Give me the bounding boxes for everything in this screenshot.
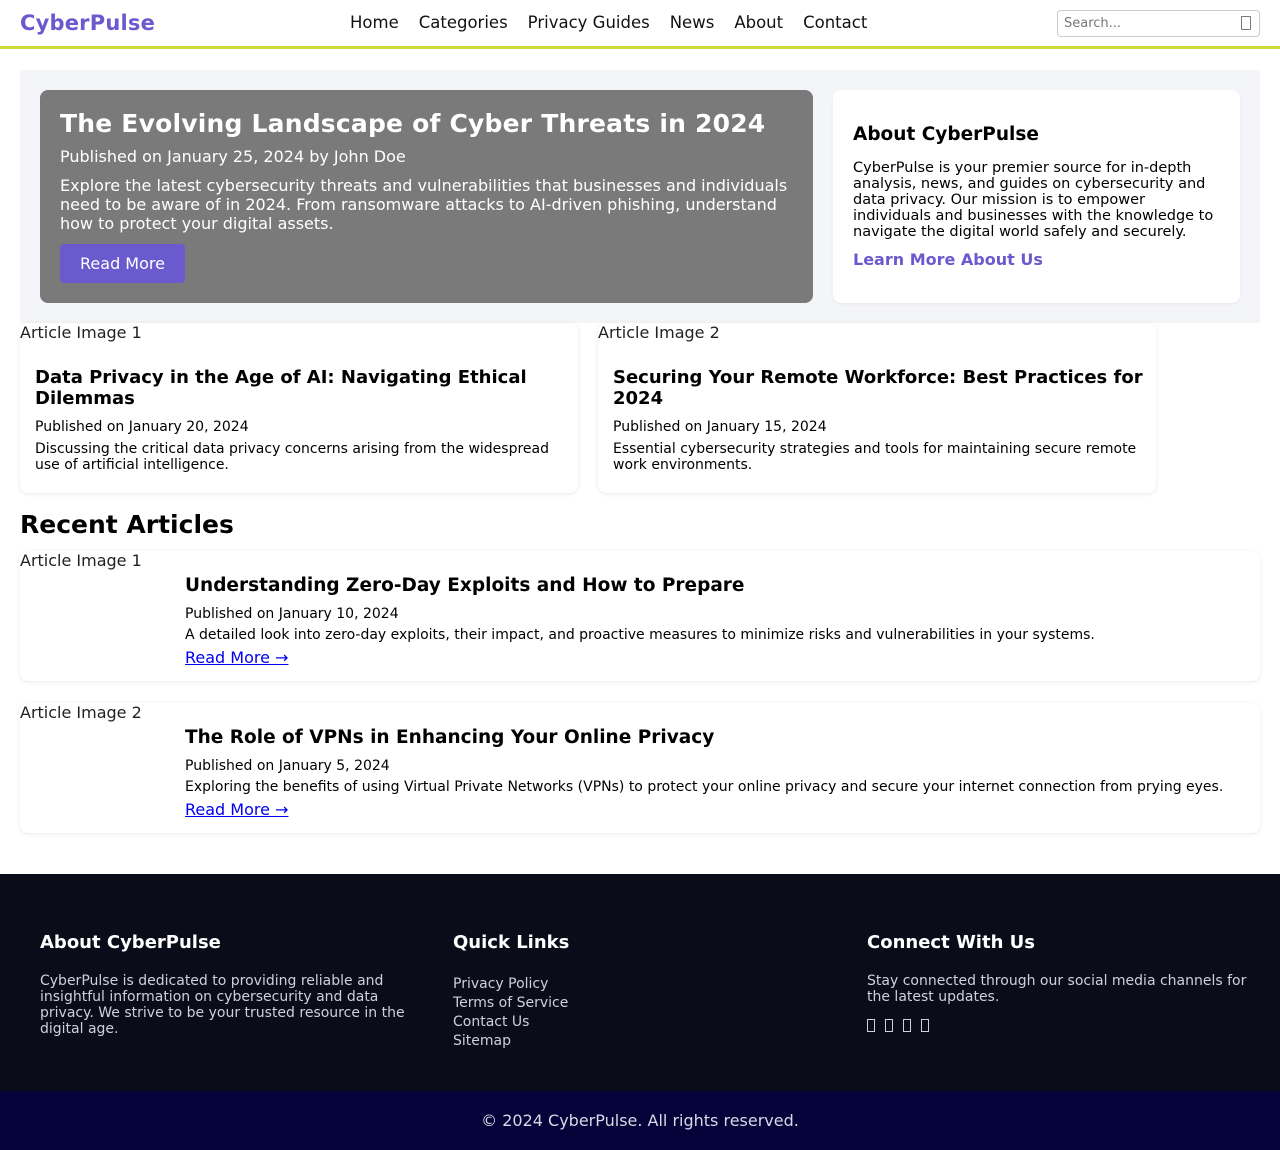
article-image: Article Image 1 [20, 551, 142, 570]
read-more-link[interactable]: Read More → [185, 648, 288, 667]
hero-article: The Evolving Landscape of Cyber Threats … [40, 90, 813, 303]
twitter-icon[interactable] [885, 1019, 893, 1032]
brand-logo[interactable]: CyberPulse [20, 11, 155, 35]
nav-categories[interactable]: Categories [409, 13, 518, 32]
footer-link-sitemap[interactable]: Sitemap [453, 1032, 833, 1051]
nav-about[interactable]: About [724, 13, 793, 32]
footer-about: About CyberPulse CyberPulse is dedicated… [40, 932, 420, 1037]
article-image: Article Image 2 [598, 323, 720, 342]
footer-about-text: CyberPulse is dedicated to providing rel… [40, 973, 405, 1037]
main-nav: Home Categories Privacy Guides News Abou… [340, 13, 877, 32]
search-box [1057, 10, 1260, 37]
article-image: Article Image 2 [20, 703, 142, 722]
site-footer: About CyberPulse CyberPulse is dedicated… [0, 874, 1280, 1091]
article-description: Exploring the benefits of using Virtual … [185, 779, 1224, 795]
recent-article-row: Article Image 1 Understanding Zero-Day E… [20, 551, 1260, 681]
card-title[interactable]: Data Privacy in the Age of AI: Navigatin… [35, 367, 565, 409]
footer-link-privacy-policy[interactable]: Privacy Policy [453, 975, 833, 994]
search-input[interactable] [1064, 16, 1234, 31]
social-links [867, 1019, 1247, 1032]
card-title[interactable]: Securing Your Remote Workforce: Best Pra… [613, 367, 1143, 409]
learn-more-link[interactable]: Learn More About Us [853, 250, 1220, 269]
article-date: Published on January 10, 2024 [185, 606, 399, 622]
footer-links-title: Quick Links [453, 932, 570, 953]
article-description: A detailed look into zero-day exploits, … [185, 627, 1095, 643]
footer-links-list: Privacy Policy Terms of Service Contact … [453, 975, 833, 1051]
article-date: Published on January 5, 2024 [185, 758, 390, 774]
footer-quick-links: Quick Links Privacy Policy Terms of Serv… [453, 932, 833, 1051]
read-more-link[interactable]: Read More → [185, 800, 288, 819]
about-text: CyberPulse is your premier source for in… [853, 160, 1214, 240]
featured-card[interactable]: Article Image 2 Securing Your Remote Wor… [598, 323, 1156, 493]
footer-about-title: About CyberPulse [40, 932, 221, 953]
hero-read-more-button[interactable]: Read More [60, 244, 185, 283]
footer-link-contact[interactable]: Contact Us [453, 1013, 833, 1032]
article-title[interactable]: The Role of VPNs in Enhancing Your Onlin… [185, 727, 714, 748]
featured-card[interactable]: Article Image 1 Data Privacy in the Age … [20, 323, 578, 493]
footer-link-terms[interactable]: Terms of Service [453, 994, 833, 1013]
hero-title: The Evolving Landscape of Cyber Threats … [60, 109, 766, 138]
article-image: Article Image 1 [20, 323, 142, 342]
nav-contact[interactable]: Contact [793, 13, 877, 32]
recent-articles-title: Recent Articles [20, 510, 234, 539]
search-icon[interactable] [1241, 16, 1251, 30]
linkedin-icon[interactable] [903, 1019, 911, 1032]
footer-connect-title: Connect With Us [867, 932, 1035, 953]
instagram-icon[interactable] [921, 1019, 929, 1032]
copyright-bar: © 2024 CyberPulse. All rights reserved. [0, 1091, 1280, 1150]
about-card: About CyberPulse CyberPulse is your prem… [833, 90, 1240, 303]
nav-privacy-guides[interactable]: Privacy Guides [518, 13, 660, 32]
nav-home[interactable]: Home [340, 13, 409, 32]
card-date: Published on January 20, 2024 [35, 419, 249, 435]
footer-connect-text: Stay connected through our social media … [867, 973, 1247, 1005]
hero-meta: Published on January 25, 2024 by John Do… [60, 147, 406, 166]
card-description: Essential cybersecurity strategies and t… [613, 441, 1137, 473]
card-description: Discussing the critical data privacy con… [35, 441, 549, 473]
recent-article-row: Article Image 2 The Role of VPNs in Enha… [20, 703, 1260, 833]
site-header: CyberPulse Home Categories Privacy Guide… [0, 0, 1280, 49]
hero-text: Explore the latest cybersecurity threats… [60, 176, 788, 233]
facebook-icon[interactable] [867, 1019, 875, 1032]
about-title: About CyberPulse [853, 124, 1039, 145]
article-title[interactable]: Understanding Zero-Day Exploits and How … [185, 575, 744, 596]
footer-connect: Connect With Us Stay connected through o… [867, 932, 1247, 1032]
card-date: Published on January 15, 2024 [613, 419, 827, 435]
nav-news[interactable]: News [660, 13, 725, 32]
